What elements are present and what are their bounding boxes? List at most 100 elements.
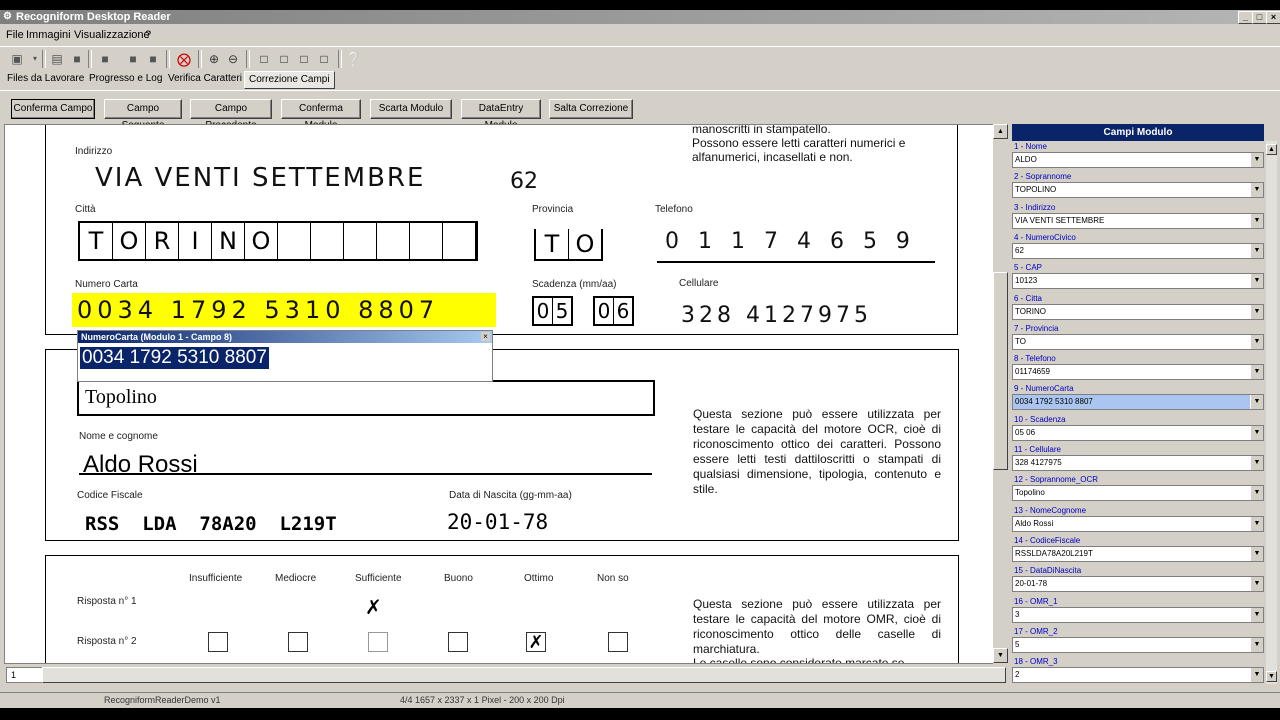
tab-correzione-campi[interactable]: Correzione Campi xyxy=(244,71,335,89)
field-label: 6 - Citta xyxy=(1014,294,1043,303)
chevron-down-icon[interactable]: ▼ xyxy=(1250,335,1263,349)
scroll-up-icon[interactable]: ▲ xyxy=(993,124,1008,139)
fit-page-icon[interactable]: □ xyxy=(315,50,333,68)
field-label: 17 - OMR_2 xyxy=(1014,627,1058,636)
help-icon[interactable]: ❔ xyxy=(345,50,363,68)
maximize-button[interactable]: □ xyxy=(1252,11,1267,24)
menu-help[interactable]: ? xyxy=(145,29,151,41)
field-label: 15 - DataDiNascita xyxy=(1014,566,1082,575)
page-scroll-track[interactable] xyxy=(42,667,1006,683)
field-label: 8 - Telefono xyxy=(1014,354,1056,363)
field-value-combo[interactable]: RSSLDA78A20L219T ▼ xyxy=(1012,546,1264,562)
save-icon[interactable]: ■ xyxy=(68,50,86,68)
scroll-down-icon[interactable]: ▼ xyxy=(1266,671,1277,682)
field-label: 7 - Provincia xyxy=(1014,324,1059,333)
close-icon[interactable]: × xyxy=(481,332,490,341)
close-window-button[interactable]: × xyxy=(1266,11,1280,24)
field-value-combo[interactable]: VIA VENTI SETTEMBRE ▼ xyxy=(1012,213,1264,229)
document-viewer[interactable]: manoscritti in stampatello. Possono esse… xyxy=(4,124,995,664)
salta-correzione-button[interactable]: Salta Correzione xyxy=(549,99,633,119)
field-label: 18 - OMR_3 xyxy=(1014,657,1058,666)
conferma-campo-button[interactable]: Conferma Campo xyxy=(11,99,95,119)
char-box xyxy=(311,223,344,259)
chevron-down-icon[interactable]: ▼ xyxy=(1250,668,1263,682)
document-vertical-scrollbar[interactable]: ▲ ▼ xyxy=(993,124,1008,664)
fit-width-icon[interactable]: □ xyxy=(275,50,293,68)
chevron-down-icon[interactable]: ▼ xyxy=(1250,153,1263,167)
chevron-down-icon[interactable]: ▼ xyxy=(1250,365,1263,379)
tab-files-da-lavorare[interactable]: Files da Lavorare xyxy=(3,71,88,87)
stop-icon[interactable]: ⨂ xyxy=(175,50,193,68)
field-value-combo[interactable]: 5 ▼ xyxy=(1012,637,1264,653)
field-value-combo[interactable]: TO ▼ xyxy=(1012,334,1264,350)
check-mark: ✗ xyxy=(365,597,382,619)
delete-icon[interactable]: ■ xyxy=(96,50,114,68)
chevron-down-icon[interactable]: ▼ xyxy=(1250,517,1263,531)
field-label: 5 - CAP xyxy=(1014,263,1043,272)
panel-scrollbar[interactable]: ▲ ▼ xyxy=(1266,141,1277,684)
scroll-thumb[interactable] xyxy=(993,272,1008,470)
zoom-out-icon[interactable]: ⊖ xyxy=(224,50,242,68)
campo-precedente-button[interactable]: Campo Precedente xyxy=(190,99,272,131)
page-view-icon[interactable]: □ xyxy=(255,50,273,68)
popup-value-input[interactable]: 0034 1792 5310 8807 xyxy=(80,347,269,369)
chevron-down-icon[interactable]: ▼ xyxy=(1250,608,1263,622)
field-value-combo[interactable]: 05 06 ▼ xyxy=(1012,425,1264,441)
field-value-combo[interactable]: Topolino ▼ xyxy=(1012,485,1264,501)
paste-icon[interactable]: ■ xyxy=(144,50,162,68)
menu-immagini[interactable]: Immagini xyxy=(26,29,71,41)
field-value-combo[interactable]: 0034 1792 5310 8807 ▼ xyxy=(1012,394,1264,410)
chevron-down-icon[interactable]: ▼ xyxy=(1250,426,1263,440)
screen-bottom-edge xyxy=(0,708,1280,720)
omr-description: Questa sezione può essere utilizzata per… xyxy=(693,597,941,656)
field-value: 3 xyxy=(1015,610,1020,619)
tab-verifica-caratteri[interactable]: Verifica Caratteri xyxy=(164,71,246,87)
chevron-down-icon[interactable]: ▼ xyxy=(1250,486,1263,500)
field-value-combo[interactable]: TORINO ▼ xyxy=(1012,304,1264,320)
tab-bar: Files da Lavorare Progresso e Log Verifi… xyxy=(0,70,1280,89)
open-folder-icon[interactable]: ▣ xyxy=(8,50,26,68)
menu-file[interactable]: File xyxy=(6,29,24,41)
field-value-combo[interactable]: 01174659 ▼ xyxy=(1012,364,1264,380)
field-label: 14 - CodiceFiscale xyxy=(1014,536,1081,545)
menu-visualizzazione[interactable]: Visualizzazione xyxy=(74,29,150,41)
tab-progresso-e-log[interactable]: Progresso e Log xyxy=(85,71,166,87)
label-codice-fiscale: Codice Fiscale xyxy=(77,490,143,501)
chevron-down-icon[interactable]: ▼ xyxy=(1250,456,1263,470)
chevron-down-icon[interactable]: ▼ xyxy=(1250,638,1263,652)
doc-text-line: alfanumerici, incasellati e non. xyxy=(692,150,853,164)
zoom-in-icon[interactable]: ⊕ xyxy=(205,50,223,68)
action-bar: Conferma Campo Campo Seguente Campo Prec… xyxy=(0,90,1280,131)
field-value-combo[interactable]: 10123 ▼ xyxy=(1012,273,1264,289)
open-icon[interactable]: ▤ xyxy=(48,50,66,68)
chevron-down-icon[interactable]: ▼ xyxy=(1250,214,1263,228)
field-label: 16 - OMR_1 xyxy=(1014,597,1058,606)
chevron-down-icon[interactable]: ▼ xyxy=(1250,577,1263,591)
chevron-down-icon[interactable]: ▼ xyxy=(1250,183,1263,197)
chevron-down-icon[interactable]: ▼ xyxy=(1250,395,1263,409)
field-value-combo[interactable]: 2 ▼ xyxy=(1012,667,1264,683)
field-value-combo[interactable]: 20-01-78 ▼ xyxy=(1012,576,1264,592)
field-edit-popup[interactable]: NumeroCarta (Modulo 1 - Campo 8) × 0034 … xyxy=(77,330,493,382)
field-value-combo[interactable]: Aldo Rossi ▼ xyxy=(1012,516,1264,532)
scroll-up-icon[interactable]: ▲ xyxy=(1266,144,1277,155)
field-value-combo[interactable]: 3 ▼ xyxy=(1012,607,1264,623)
field-value: VIA VENTI SETTEMBRE xyxy=(1015,216,1105,225)
conferma-modulo-button[interactable]: Conferma Modulo xyxy=(281,99,361,131)
chevron-down-icon[interactable]: ▼ xyxy=(1250,547,1263,561)
scarta-modulo-button[interactable]: Scarta Modulo xyxy=(370,99,452,119)
chevron-down-icon[interactable]: ▼ xyxy=(1250,244,1263,258)
field-value-combo[interactable]: ALDO ▼ xyxy=(1012,152,1264,168)
minimize-button[interactable]: _ xyxy=(1238,11,1253,24)
chevron-down-icon[interactable]: ▼ xyxy=(1250,274,1263,288)
field-value-combo[interactable]: TOPOLINO ▼ xyxy=(1012,182,1264,198)
dataentry-modulo-button[interactable]: DataEntry Modulo xyxy=(461,99,541,131)
field-value-combo[interactable]: 328 4127975 ▼ xyxy=(1012,455,1264,471)
page-number-field[interactable]: 1 xyxy=(6,667,44,683)
copy-icon[interactable]: ■ xyxy=(124,50,142,68)
scroll-down-icon[interactable]: ▼ xyxy=(993,648,1008,663)
fit-height-icon[interactable]: □ xyxy=(295,50,313,68)
campo-seguente-button[interactable]: Campo Seguente xyxy=(104,99,182,131)
chevron-down-icon[interactable]: ▼ xyxy=(1250,305,1263,319)
field-value-combo[interactable]: 62 ▼ xyxy=(1012,243,1264,259)
